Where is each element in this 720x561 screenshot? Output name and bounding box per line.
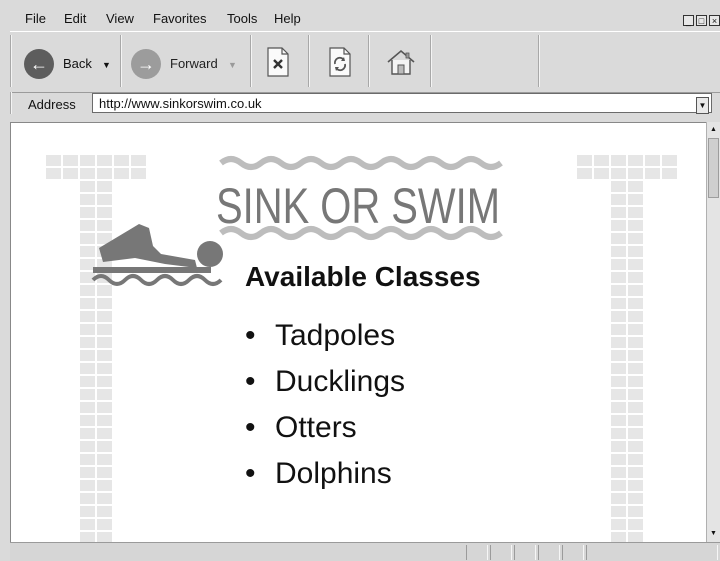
toolbar-separator <box>368 35 370 87</box>
class-name: Tadpoles <box>275 319 396 352</box>
address-url[interactable]: http://www.sinkorswim.co.uk <box>99 96 262 111</box>
vertical-scrollbar[interactable]: ▲ ▼ <box>706 122 720 542</box>
address-label: Address <box>28 97 76 112</box>
list-item: • Ducklings <box>245 359 405 405</box>
back-label[interactable]: Back <box>63 56 92 71</box>
scrollbar-thumb[interactable] <box>708 138 719 198</box>
status-bar <box>10 542 720 561</box>
back-dropdown-icon[interactable]: ▼ <box>102 60 111 70</box>
status-panel <box>490 545 512 560</box>
forward-label[interactable]: Forward <box>170 56 218 71</box>
class-name: Ducklings <box>275 365 406 398</box>
list-item: • Otters <box>245 405 405 451</box>
scroll-down-icon[interactable]: ▼ <box>707 528 720 540</box>
class-list: • Tadpoles • Ducklings • Otters • Dolphins <box>245 313 405 497</box>
menu-tools[interactable]: Tools <box>227 11 257 26</box>
toolbar-separator <box>538 35 540 87</box>
scroll-up-icon[interactable]: ▲ <box>707 124 720 136</box>
stop-icon[interactable] <box>266 47 290 77</box>
menu-help[interactable]: Help <box>274 11 301 26</box>
bullet: • <box>245 457 256 490</box>
menu-bar: File Edit View Favorites Tools Help _ □ … <box>0 6 720 28</box>
toolbar: ← Back ▼ → Forward ▼ <box>10 31 720 93</box>
home-icon[interactable] <box>385 47 417 77</box>
toolbar-separator <box>308 35 310 87</box>
page-heading: Available Classes <box>245 261 481 292</box>
menu-favorites[interactable]: Favorites <box>153 11 206 26</box>
page-viewport: SINK OR SWIM Available Classes • Tadpoles… <box>10 122 707 543</box>
refresh-icon[interactable] <box>328 47 352 77</box>
toolbar-separator <box>250 35 252 87</box>
class-name: Otters <box>275 411 357 444</box>
toolbar-grip <box>10 35 12 87</box>
list-item: • Tadpoles <box>245 313 405 359</box>
class-name: Dolphins <box>275 457 392 490</box>
address-dropdown-icon[interactable]: ▼ <box>696 97 709 114</box>
arrow-right-icon: → <box>137 54 155 74</box>
bullet: • <box>245 319 256 352</box>
minimize-button[interactable]: _ <box>683 15 694 26</box>
forward-dropdown-icon[interactable]: ▼ <box>228 60 237 70</box>
menu-edit[interactable]: Edit <box>64 11 86 26</box>
back-button[interactable]: ← <box>24 49 54 79</box>
browser-window: File Edit View Favorites Tools Help _ □ … <box>0 0 720 561</box>
address-input[interactable]: http://www.sinkorswim.co.uk ▼ <box>92 93 712 114</box>
list-item: • Dolphins <box>245 451 405 497</box>
status-panel <box>466 545 488 560</box>
bullet: • <box>245 411 256 444</box>
maximize-button[interactable]: □ <box>696 15 707 26</box>
window-controls: _ □ × <box>683 15 720 26</box>
logo-text: SINK OR SWIM <box>216 178 500 234</box>
status-panel <box>514 545 536 560</box>
status-panel <box>538 545 560 560</box>
status-panel <box>562 545 584 560</box>
bullet: • <box>245 365 256 398</box>
site-logo: SINK OR SWIM <box>216 156 503 240</box>
menu-view[interactable]: View <box>106 11 134 26</box>
status-zone <box>586 545 718 560</box>
forward-button[interactable]: → <box>131 49 161 79</box>
addressbar-grip <box>10 92 12 114</box>
address-bar: Address http://www.sinkorswim.co.uk ▼ <box>10 92 720 116</box>
close-button[interactable]: × <box>709 15 720 26</box>
toolbar-separator <box>430 35 432 87</box>
toolbar-separator <box>120 35 122 87</box>
arrow-left-icon: ← <box>30 54 48 74</box>
swimmer-icon <box>91 224 223 286</box>
menu-file[interactable]: File <box>25 11 46 26</box>
